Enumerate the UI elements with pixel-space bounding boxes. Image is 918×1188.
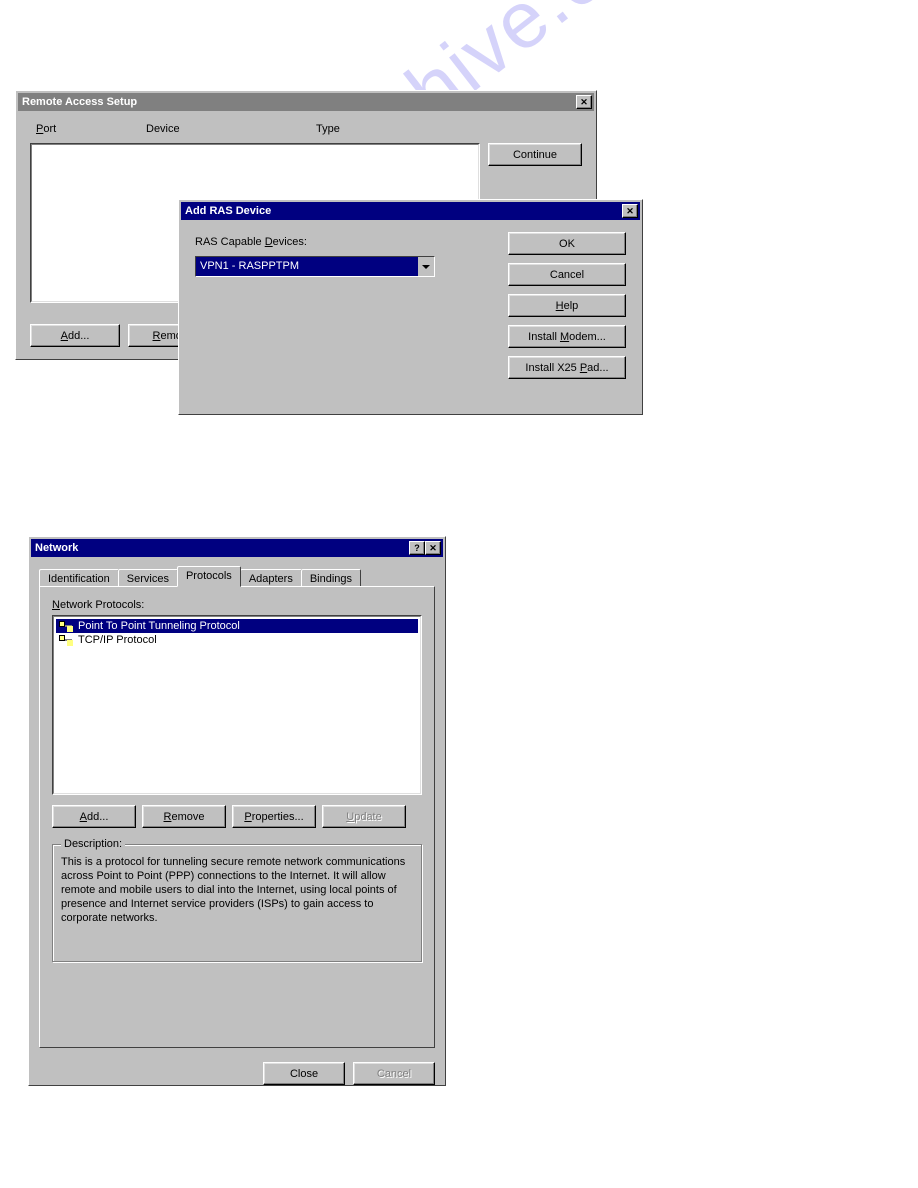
help-button[interactable]: Help (508, 294, 626, 317)
help-icon[interactable]: ? (409, 541, 425, 555)
protocol-icon (58, 620, 74, 632)
close-button[interactable]: Close (263, 1062, 345, 1085)
protocols-panel: Network Protocols: Point To Point Tunnel… (39, 586, 435, 1048)
add-ras-device-dialog: Add RAS Device ✕ RAS Capable Devices: VP… (178, 199, 643, 415)
network-titlebar: Network ? ✕ (31, 539, 443, 557)
cancel-button: Cancel (353, 1062, 435, 1085)
ras-title: Remote Access Setup (22, 96, 137, 108)
continue-button[interactable]: Continue (488, 143, 582, 166)
close-icon[interactable]: ✕ (425, 541, 441, 555)
network-protocols-label: Network Protocols: (52, 599, 422, 611)
remove-button[interactable]: Remove (142, 805, 226, 828)
protocols-listbox[interactable]: Point To Point Tunneling Protocol TCP/IP… (52, 615, 422, 795)
chevron-down-icon[interactable] (418, 256, 435, 277)
properties-button[interactable]: Properties... (232, 805, 316, 828)
protocol-name: Point To Point Tunneling Protocol (78, 620, 240, 632)
addras-titlebar: Add RAS Device ✕ (181, 202, 640, 220)
tab-protocols[interactable]: Protocols (177, 566, 241, 587)
tab-identification[interactable]: Identification (39, 569, 119, 587)
ras-device-selected: VPN1 - RASPPTPM (195, 256, 418, 277)
close-icon[interactable]: ✕ (576, 95, 592, 109)
add-button[interactable]: Add... (30, 324, 120, 347)
ras-device-combo[interactable]: VPN1 - RASPPTPM (195, 256, 435, 277)
protocol-icon (58, 634, 74, 646)
list-item[interactable]: Point To Point Tunneling Protocol (56, 619, 418, 633)
close-icon[interactable]: ✕ (622, 204, 638, 218)
description-text: This is a protocol for tunneling secure … (61, 855, 413, 925)
description-group: Description: This is a protocol for tunn… (52, 844, 422, 962)
tab-services[interactable]: Services (118, 569, 178, 587)
install-x25-button[interactable]: Install X25 Pad... (508, 356, 626, 379)
description-label: Description: (61, 838, 125, 850)
protocol-name: TCP/IP Protocol (78, 634, 157, 646)
tab-adapters[interactable]: Adapters (240, 569, 302, 587)
ok-button[interactable]: OK (508, 232, 626, 255)
cancel-button[interactable]: Cancel (508, 263, 626, 286)
add-button[interactable]: Add... (52, 805, 136, 828)
network-title: Network (35, 542, 78, 554)
col-port: Port (36, 123, 146, 135)
install-modem-button[interactable]: Install Modem... (508, 325, 626, 348)
col-type: Type (316, 123, 436, 135)
tab-bindings[interactable]: Bindings (301, 569, 361, 587)
ras-titlebar: Remote Access Setup ✕ (18, 93, 594, 111)
network-tabstrip: Identification Services Protocols Adapte… (39, 565, 435, 586)
addras-title: Add RAS Device (185, 205, 271, 217)
list-item[interactable]: TCP/IP Protocol (56, 633, 418, 647)
col-device: Device (146, 123, 316, 135)
network-dialog: Network ? ✕ Identification Services Prot… (28, 536, 446, 1086)
update-button: Update (322, 805, 406, 828)
